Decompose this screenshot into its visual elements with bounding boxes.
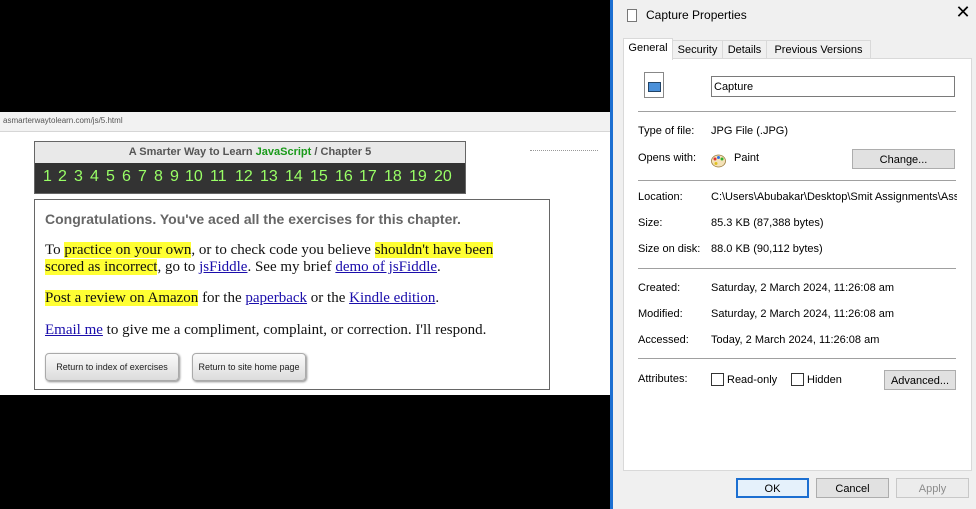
browser-window: asmarterwaytolearn.com/js/5.html A Smart… <box>0 112 610 395</box>
paint-icon <box>711 154 726 168</box>
completion-panel: Congratulations. You've aced all the exe… <box>34 199 550 390</box>
tab-general[interactable]: General <box>623 38 673 60</box>
address-bar[interactable]: asmarterwaytolearn.com/js/5.html <box>0 112 610 132</box>
exercise-link-14[interactable]: 14 <box>285 168 303 186</box>
p2-text-f: . <box>435 290 440 306</box>
size-value: 85.3 KB (87,388 bytes) <box>711 217 824 229</box>
readonly-label: Read-only <box>727 374 778 386</box>
practice-paragraph: To practice on your own, or to check cod… <box>45 242 543 276</box>
tab-security[interactable]: Security <box>672 40 723 59</box>
type-label: Type of file: <box>638 125 695 137</box>
jsfiddle-link[interactable]: jsFiddle <box>199 259 247 275</box>
opens-value: Paint <box>734 152 760 164</box>
size-label: Size: <box>638 217 663 229</box>
review-paragraph: Post a review on Amazon for the paperbac… <box>45 290 543 307</box>
exercise-link-11[interactable]: 11 <box>210 168 227 186</box>
exercise-link-12[interactable]: 12 <box>235 168 253 186</box>
exercise-link-1[interactable]: 1 <box>43 168 52 186</box>
kindle-edition-link[interactable]: Kindle edition <box>349 290 435 306</box>
chapter-header-text: A Smarter Way to Learn JavaScript / Chap… <box>35 146 465 158</box>
p1-text-f: , go to <box>157 259 200 275</box>
demo-jsfiddle-link[interactable]: demo of jsFiddle <box>335 259 437 275</box>
modified-value: Saturday, 2 March 2024, 11:26:08 am <box>711 308 895 320</box>
congrats-heading: Congratulations. You've aced all the exe… <box>45 211 461 227</box>
tab-previous-versions[interactable]: Previous Versions <box>766 40 871 59</box>
paperback-link[interactable]: paperback <box>245 290 307 306</box>
attributes-label: Attributes: <box>638 373 688 385</box>
p1-highlight-scored: scored as incorrect <box>45 259 158 275</box>
review-highlight: Post a review on Amazon <box>45 290 199 306</box>
exercise-link-13[interactable]: 13 <box>260 168 278 186</box>
jpg-file-icon <box>644 72 664 98</box>
apply-button[interactable]: Apply <box>896 478 969 498</box>
advanced-button[interactable]: Advanced... <box>884 370 956 390</box>
close-icon[interactable]: ✕ <box>953 3 973 23</box>
divider <box>638 358 956 359</box>
file-title-icon <box>627 9 637 22</box>
chapter-header: A Smarter Way to Learn JavaScript / Chap… <box>34 141 466 163</box>
cancel-button[interactable]: Cancel <box>816 478 889 498</box>
modified-label: Modified: <box>638 308 683 320</box>
header-brand: JavaScript <box>255 146 312 158</box>
change-button[interactable]: Change... <box>852 149 955 169</box>
type-value: JPG File (.JPG) <box>711 125 789 137</box>
properties-dialog: Capture Properties ✕ General Security De… <box>610 0 976 509</box>
location-value: C:\Users\Abubakar\Desktop\Smit Assignmen… <box>711 191 957 203</box>
size-on-disk-label: Size on disk: <box>638 243 701 255</box>
email-me-link[interactable]: Email me <box>45 322 103 338</box>
created-label: Created: <box>638 282 681 294</box>
divider <box>638 180 956 181</box>
hidden-label: Hidden <box>807 374 842 386</box>
accessed-label: Accessed: <box>638 334 689 346</box>
p2-text-d: or the <box>307 290 350 306</box>
hidden-checkbox[interactable] <box>791 373 804 386</box>
size-on-disk-value: 88.0 KB (90,112 bytes) <box>711 243 823 255</box>
exercise-link-3[interactable]: 3 <box>74 168 83 186</box>
location-label: Location: <box>638 191 683 203</box>
tab-details[interactable]: Details <box>722 40 767 59</box>
exercise-link-4[interactable]: 4 <box>90 168 99 186</box>
p3-text-b: to give me a compliment, complaint, or c… <box>102 322 487 338</box>
p1-highlight-practice: practice on your own <box>64 242 192 258</box>
exercise-link-2[interactable]: 2 <box>58 168 67 186</box>
return-index-button[interactable]: Return to index of exercises <box>45 353 179 381</box>
divider <box>638 268 956 269</box>
email-paragraph: Email me to give me a compliment, compla… <box>45 322 543 339</box>
p1-text-a: To <box>45 242 65 258</box>
exercise-link-5[interactable]: 5 <box>106 168 115 186</box>
exercise-number-bar: 1 2 3 4 5 6 7 8 9 10 11 12 13 14 15 16 1… <box>34 163 466 194</box>
p1-text-c: , or to check code you believe <box>191 242 375 258</box>
exercise-link-10[interactable]: 10 <box>185 168 203 186</box>
divider <box>638 111 956 112</box>
p2-text-b: for the <box>198 290 246 306</box>
readonly-checkbox[interactable] <box>711 373 724 386</box>
exercise-link-9[interactable]: 9 <box>170 168 179 186</box>
header-chapter: Chapter 5 <box>320 146 372 158</box>
exercise-link-7[interactable]: 7 <box>138 168 147 186</box>
ok-button[interactable]: OK <box>736 478 809 498</box>
opens-label: Opens with: <box>638 152 697 164</box>
filename-field[interactable]: Capture <box>711 76 955 97</box>
exercise-link-15[interactable]: 15 <box>310 168 328 186</box>
exercise-link-20[interactable]: 20 <box>434 168 452 186</box>
exercise-link-16[interactable]: 16 <box>335 168 353 186</box>
header-separator: / <box>314 146 318 158</box>
p1-highlight-shouldnt: shouldn't have been <box>374 242 494 258</box>
url-text: asmarterwaytolearn.com/js/5.html <box>3 116 123 125</box>
accessed-value: Today, 2 March 2024, 11:26:08 am <box>711 334 880 346</box>
p1-text-h: . See my brief <box>247 259 336 275</box>
exercise-link-6[interactable]: 6 <box>122 168 131 186</box>
general-panel: Capture Type of file: JPG File (.JPG) Op… <box>623 58 972 471</box>
p1-text-j: . <box>437 259 441 275</box>
exercise-link-8[interactable]: 8 <box>154 168 163 186</box>
header-prefix: A Smarter Way to Learn <box>128 146 253 158</box>
dialog-title: Capture Properties <box>646 8 747 22</box>
exercise-link-19[interactable]: 19 <box>409 168 427 186</box>
created-value: Saturday, 2 March 2024, 11:26:08 am <box>711 282 895 294</box>
exercise-link-18[interactable]: 18 <box>384 168 402 186</box>
exercise-link-17[interactable]: 17 <box>359 168 377 186</box>
return-home-button[interactable]: Return to site home page <box>192 353 306 381</box>
dotted-divider <box>530 150 598 151</box>
